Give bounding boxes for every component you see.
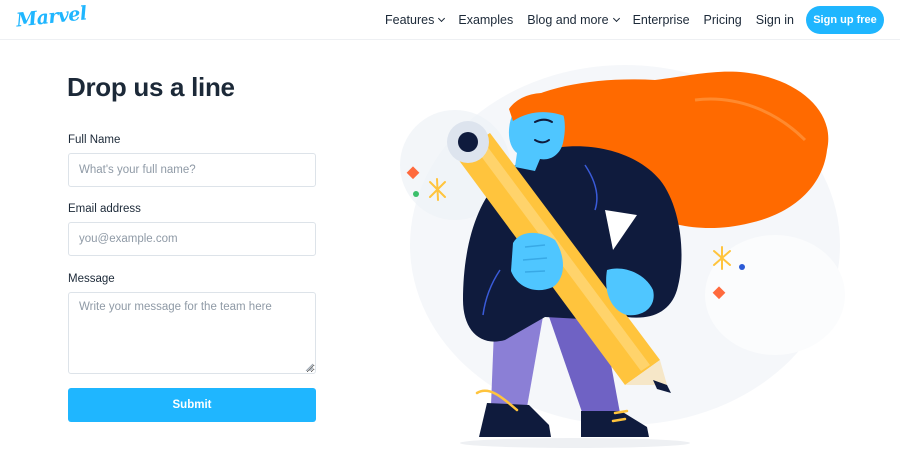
nav-blog-and-more[interactable]: Blog and more: [527, 13, 620, 27]
top-navigation-bar: Marvel Features Examples Blog and more E…: [0, 0, 900, 40]
nav-examples[interactable]: Examples: [458, 13, 513, 27]
email-label: Email address: [68, 203, 141, 215]
email-input[interactable]: [68, 222, 316, 256]
full-name-label: Full Name: [68, 134, 121, 146]
sign-up-free-button[interactable]: Sign up free: [806, 6, 884, 34]
pencil-eraser-hole: [458, 132, 478, 152]
main-nav: Features Examples Blog and more Enterpri…: [385, 0, 794, 40]
nav-sign-in[interactable]: Sign in: [756, 13, 794, 27]
nav-sign-in-label: Sign in: [755, 13, 794, 27]
background-glow: [705, 235, 845, 355]
ground-shadow: [460, 438, 690, 448]
chevron-down-icon: [438, 14, 446, 23]
nav-features[interactable]: Features: [385, 13, 446, 27]
nav-blog-label: Blog and more: [527, 13, 609, 27]
nav-pricing[interactable]: Pricing: [704, 13, 742, 27]
illustration-woman-with-pencil: [400, 65, 845, 448]
message-label: Message: [68, 273, 115, 285]
nav-pricing-label: Pricing: [703, 13, 742, 27]
submit-button[interactable]: Submit: [68, 388, 316, 422]
chevron-down-icon: [612, 14, 620, 23]
confetti-dot: [413, 191, 419, 197]
marvel-logo[interactable]: Marvel: [15, 2, 88, 31]
confetti-dot: [739, 264, 745, 270]
full-name-input[interactable]: [68, 153, 316, 187]
left-hand: [511, 232, 563, 291]
nav-features-label: Features: [385, 13, 435, 27]
nav-enterprise-label: Enterprise: [632, 13, 690, 27]
nav-examples-label: Examples: [458, 13, 514, 27]
nav-enterprise[interactable]: Enterprise: [633, 13, 690, 27]
message-textarea[interactable]: [68, 292, 316, 374]
page-title: Drop us a line: [67, 72, 235, 102]
